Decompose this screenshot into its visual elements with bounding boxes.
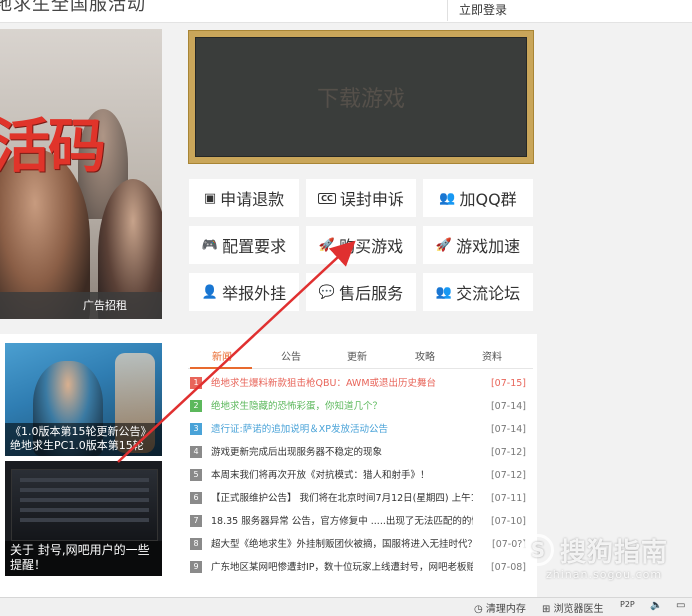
ad-label: 广告招租 [83,299,127,312]
news-item[interactable]: 6 【正式服维护公告】 我们将在北京时间7月12日(星期四) 上午10点 [07-1… [190,490,526,513]
clean-memory-button[interactable]: ◷ 清理内存 [474,600,526,615]
news-item[interactable]: 9 广东地区某网吧惨遭封IP，数十位玩家上线遭封号，网吧老板赔偿金 [07-08] [190,559,526,582]
tile-label: 申请退款 [220,190,285,209]
active-tab-indicator [190,367,252,369]
tab-news[interactable]: 新闻 [212,348,232,363]
news-item[interactable]: 3 遗行证:萨诺的追加说明＆XP发放活动公告 [07-14] [190,421,526,444]
browser-status-bar: ◷ 清理内存 ⊞ 浏览器医生 P2P 🔈 ▭ [0,597,692,616]
news-thumbnail[interactable]: 关于 封号,网吧用户的一些提醒！ [5,461,162,576]
users-icon: 👥 [439,190,456,206]
news-item[interactable]: 1 绝地求生爆料新款狙击枪QBU：AWM或退出历史舞台 [07-15] [190,375,526,398]
window-icon[interactable]: ▭ [676,600,685,611]
watermark-text: 搜狗指南 [560,538,669,568]
news-panel: 《1.0版本第15轮更新公告》绝地求生PC1.0版本第15轮 关于 封号,网吧用… [0,334,537,615]
user-secret-icon: 👤 [201,284,219,300]
site-title: 地求生全国服活动 [0,0,146,15]
watermark-url: zhinan.sogou.com [546,568,663,581]
download-game-button[interactable]: 下载游戏 [195,37,527,157]
tile-after-sales[interactable]: 💬 售后服务 [306,273,416,311]
tile-accelerate[interactable]: 🚀 游戏加速 [423,226,533,264]
news-item[interactable]: 4 游戏更新完成后出现服务器不稳定的现象 [07-12] [190,444,526,467]
sogou-logo-icon: S [522,534,554,566]
gamepad-icon: 🎮 [201,237,219,253]
news-item[interactable]: 7 18.35 服务器异常 公告，官方修复中 .....出现了无法匹配的的情景 [0… [190,513,526,536]
tile-label: 交流论坛 [456,284,521,303]
tile-label: 售后服务 [339,284,404,303]
news-thumbnail[interactable]: 《1.0版本第15轮更新公告》绝地求生PC1.0版本第15轮 [5,343,162,456]
news-item[interactable]: 2 绝地求生隐藏的恐怖彩蛋，你知道几个？ [07-14] [190,398,526,421]
tile-report-cheat[interactable]: 👤 举报外挂 [189,273,299,311]
tile-forum[interactable]: 👥 交流论坛 [423,273,533,311]
chat-icon: 💬 [318,284,336,300]
rocket-icon: 🚀 [435,237,453,253]
tile-label: 误封申诉 [339,190,404,209]
news-tabs: 新闻 公告 更新 攻略 资料 [188,348,533,369]
p2p-button[interactable]: P2P [620,600,635,609]
tile-label: 游戏加速 [456,237,521,256]
tab-updates[interactable]: 更新 [347,348,367,363]
tab-announcements[interactable]: 公告 [281,348,301,363]
browser-doctor-button[interactable]: ⊞ 浏览器医生 [542,600,604,615]
tile-appeal[interactable]: CC 误封申诉 [306,179,416,217]
download-game-frame[interactable]: 下载游戏 [188,30,534,164]
cc-icon: CC [318,192,336,204]
tab-materials[interactable]: 资料 [482,348,502,363]
hero-headline: 活码 [0,112,106,180]
thumbnail-caption: 关于 封号,网吧用户的一些提醒！ [5,541,162,576]
hero-banner[interactable]: 活码 广告招租 [0,29,162,319]
news-item[interactable]: 8 超大型《绝地求生》外挂制贩团伙被摘，国服将进入无挂时代？ [07-0?] [190,536,526,559]
tile-label: 购买游戏 [339,237,404,256]
tab-guides[interactable]: 攻略 [415,348,435,363]
tile-label: 配置要求 [222,237,287,256]
tile-label: 加QQ群 [459,190,517,209]
login-button[interactable]: 立即登录 [447,0,519,21]
users-icon: 👥 [435,284,453,300]
rocket-icon: 🚀 [318,237,336,253]
tile-buy-game[interactable]: 🚀 购买游戏 [306,226,416,264]
tile-qq-group[interactable]: 👥 加QQ群 [423,179,533,217]
top-bar: 地求生全国服活动 立即登录 [0,0,692,23]
thumbnail-screenshot [11,469,158,541]
tile-refund[interactable]: ▣ 申请退款 [189,179,299,217]
tile-requirements[interactable]: 🎮 配置要求 [189,226,299,264]
top-bar-spacer [517,0,692,21]
speaker-icon[interactable]: 🔈 [650,600,662,611]
ad-bar[interactable]: 广告招租 [0,292,162,319]
thumbnail-caption: 《1.0版本第15轮更新公告》绝地求生PC1.0版本第15轮 [5,423,162,456]
sogou-watermark: S 搜狗指南 zhinan.sogou.com [512,528,692,592]
news-list: 1 绝地求生爆料新款狙击枪QBU：AWM或退出历史舞台 [07-15] 2 绝地求生隐… [190,375,526,582]
tile-label: 举报外挂 [222,284,287,303]
news-item[interactable]: 5 本周末我们将再次开放《对抗模式：猎人和射手》！ [07-12] [190,467,526,490]
refund-icon: ▣ [203,190,217,206]
